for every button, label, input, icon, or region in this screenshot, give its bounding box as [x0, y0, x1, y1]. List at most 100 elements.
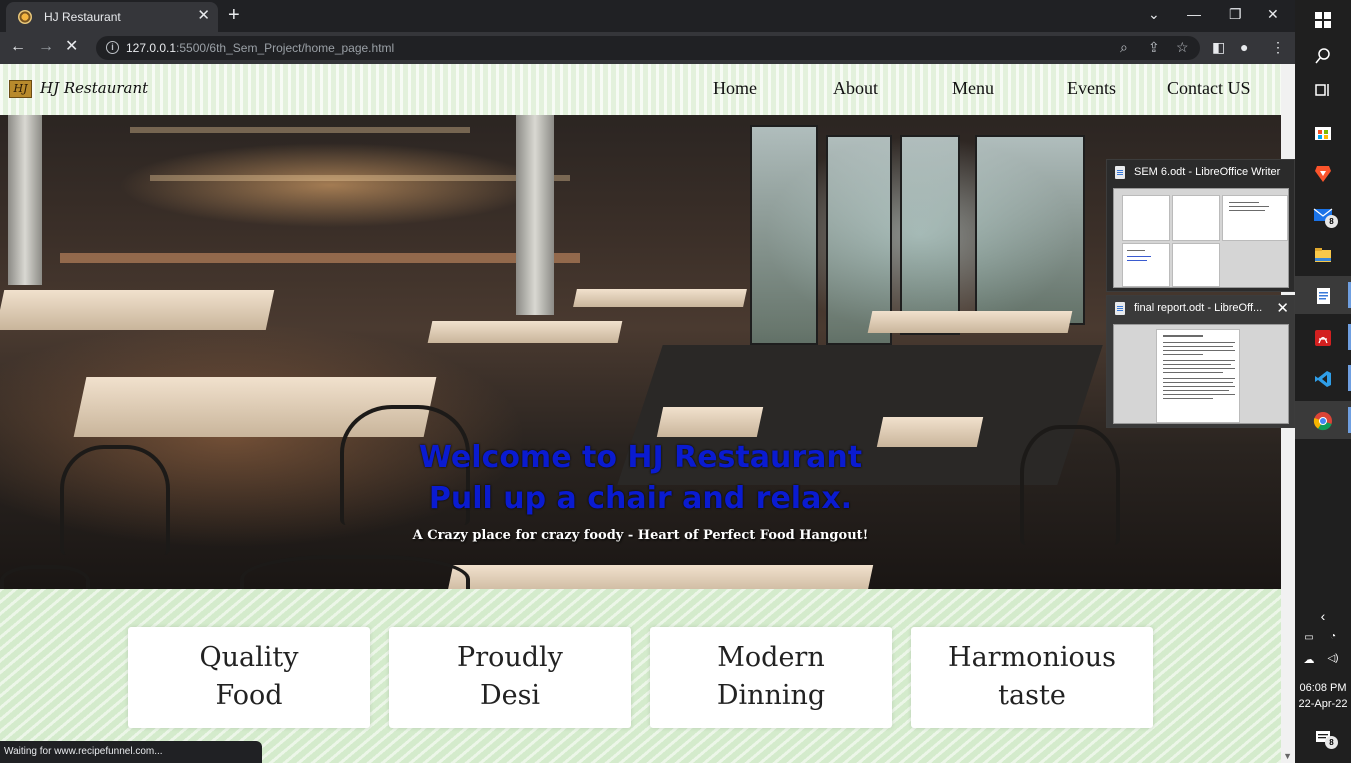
back-button[interactable]: ←: [10, 37, 26, 57]
chevron-down-icon[interactable]: ⌄: [1148, 4, 1160, 24]
address-bar[interactable]: i 127.0.0.1:5500/6th_Sem_Project/home_pa…: [96, 36, 1200, 60]
menu-kebab-icon[interactable]: ⋮: [1271, 39, 1285, 56]
close-window-button[interactable]: ✕: [1267, 4, 1279, 24]
feature-line: Harmonious: [948, 642, 1116, 673]
window-preview-final-report[interactable]: final report.odt - LibreOff... ✕: [1106, 295, 1295, 428]
libreoffice-writer-icon: [1317, 288, 1330, 304]
close-tab-icon[interactable]: ✕: [197, 7, 210, 25]
stop-loading-button[interactable]: ✕: [65, 37, 78, 57]
feature-card-harmonious-taste: Harmonious taste: [911, 627, 1153, 728]
page-viewport: HJ HJ Restaurant Home About Menu Events …: [0, 64, 1295, 763]
drinks-fridge: [900, 135, 960, 335]
brave-icon: [1315, 166, 1331, 182]
acrobat-icon: [1315, 330, 1331, 346]
wifi-icon[interactable]: ◔: [1319, 631, 1347, 642]
drinks-fridge: [750, 125, 818, 345]
preview-header: final report.odt - LibreOff... ✕: [1113, 299, 1293, 318]
start-button[interactable]: [1295, 0, 1351, 38]
feature-card-modern-dinning: Modern Dinning: [650, 627, 892, 728]
doc-page: [1172, 243, 1220, 287]
feature-line: Quality: [199, 642, 299, 673]
doc-page: [1172, 195, 1220, 241]
vscode-icon: [1315, 371, 1331, 387]
site-logo[interactable]: HJ: [9, 80, 32, 98]
doc-page: [1156, 329, 1240, 423]
writer-document-icon: [1115, 302, 1125, 315]
writer-document-icon: [1115, 166, 1125, 179]
taskbar-libreoffice-writer[interactable]: [1295, 276, 1351, 314]
browser-toolbar: ← → ✕ i 127.0.0.1:5500/6th_Sem_Project/h…: [0, 32, 1295, 64]
notification-center-button[interactable]: 8: [1295, 722, 1351, 760]
feature-card-proudly-desi: Proudly Desi: [389, 627, 631, 728]
close-preview-icon[interactable]: ✕: [1276, 299, 1289, 317]
status-bar: Waiting for www.recipefunnel.com...: [0, 741, 262, 763]
search-icon: [1315, 48, 1330, 64]
doc-page: [1222, 195, 1288, 241]
dining-table: [573, 289, 747, 307]
windows-icon: [1315, 12, 1331, 28]
nav-home[interactable]: Home: [713, 78, 757, 99]
chrome-icon: [1313, 412, 1332, 431]
search-button[interactable]: [1295, 36, 1351, 74]
taskbar-mail[interactable]: 8: [1295, 195, 1351, 233]
zoom-search-icon[interactable]: ⌕: [1120, 39, 1128, 56]
dining-table: [0, 290, 275, 330]
feature-line: Food: [215, 680, 283, 711]
taskbar-chrome[interactable]: [1295, 401, 1351, 439]
site-brand[interactable]: HJ Restaurant: [40, 79, 148, 97]
taskbar-file-explorer[interactable]: [1295, 235, 1351, 273]
tab-hj-restaurant[interactable]: HJ Restaurant ✕: [6, 2, 218, 32]
taskbar-vscode[interactable]: [1295, 359, 1351, 397]
minimize-button[interactable]: —: [1187, 4, 1201, 24]
volume-icon[interactable]: ◁): [1319, 653, 1347, 664]
preview-thumbnail: [1113, 324, 1289, 424]
clock-time[interactable]: 06:08 PM: [1295, 682, 1351, 694]
side-panel-icon[interactable]: ◧: [1212, 39, 1225, 56]
taskbar-store[interactable]: [1295, 112, 1351, 150]
preview-thumbnail: [1113, 188, 1289, 288]
url-text[interactable]: 127.0.0.1:5500/6th_Sem_Project/home_page…: [126, 41, 394, 55]
restore-button[interactable]: ❐: [1229, 4, 1242, 24]
notification-badge: 8: [1325, 736, 1338, 749]
browser-chrome: HJ Restaurant ✕ + ⌄ — ❐ ✕ ← → ✕ i 127.0.…: [0, 0, 1295, 64]
share-icon[interactable]: ⇪: [1148, 39, 1160, 56]
feature-line: Modern: [717, 642, 825, 673]
drinks-fridge: [975, 135, 1085, 325]
feature-card-quality-food: Quality Food: [128, 627, 370, 728]
site-info-icon[interactable]: i: [106, 41, 119, 54]
feature-line: taste: [998, 680, 1066, 711]
file-explorer-icon: [1315, 248, 1331, 262]
profile-icon[interactable]: ●: [1240, 39, 1248, 55]
hero-subtitle: A Crazy place for crazy foody - Heart of…: [412, 528, 869, 543]
doc-page: [1122, 243, 1170, 287]
taskbar-acrobat[interactable]: [1295, 318, 1351, 356]
window-preview-sem6[interactable]: SEM 6.odt - LibreOffice Writer: [1106, 159, 1295, 292]
scroll-down-icon[interactable]: ▼: [1283, 751, 1292, 761]
nav-menu[interactable]: Menu: [952, 78, 994, 99]
feature-line: Proudly: [457, 642, 563, 673]
hero-title: Welcome to HJ Restaurant: [418, 440, 863, 475]
show-hidden-icons-chevron-icon[interactable]: ‹: [1295, 608, 1351, 624]
store-icon: [1315, 127, 1331, 140]
chair: [240, 555, 470, 589]
site-navbar: HJ HJ Restaurant Home About Menu Events …: [0, 64, 1281, 115]
dining-table: [446, 565, 874, 589]
forward-button[interactable]: →: [38, 37, 54, 57]
taskbar-brave[interactable]: [1295, 153, 1351, 191]
task-view-button[interactable]: [1295, 70, 1351, 108]
hero-tagline: Pull up a chair and relax.: [428, 481, 853, 516]
new-tab-button[interactable]: +: [228, 4, 240, 26]
task-view-icon: [1315, 84, 1329, 96]
doc-page: [1122, 195, 1170, 241]
dining-table: [867, 311, 1073, 333]
bookmark-star-icon[interactable]: ☆: [1176, 39, 1189, 56]
nav-events[interactable]: Events: [1067, 78, 1116, 99]
chair: [0, 565, 90, 589]
nav-contact-us[interactable]: Contact US: [1167, 78, 1251, 99]
bar-shelf: [130, 127, 470, 133]
tab-strip: HJ Restaurant ✕ + ⌄ — ❐ ✕: [0, 0, 1295, 32]
clock-date[interactable]: 22-Apr-22: [1295, 698, 1351, 710]
nav-about[interactable]: About: [833, 78, 878, 99]
placemat: [656, 407, 764, 437]
preview-title: final report.odt - LibreOff...: [1134, 302, 1263, 314]
